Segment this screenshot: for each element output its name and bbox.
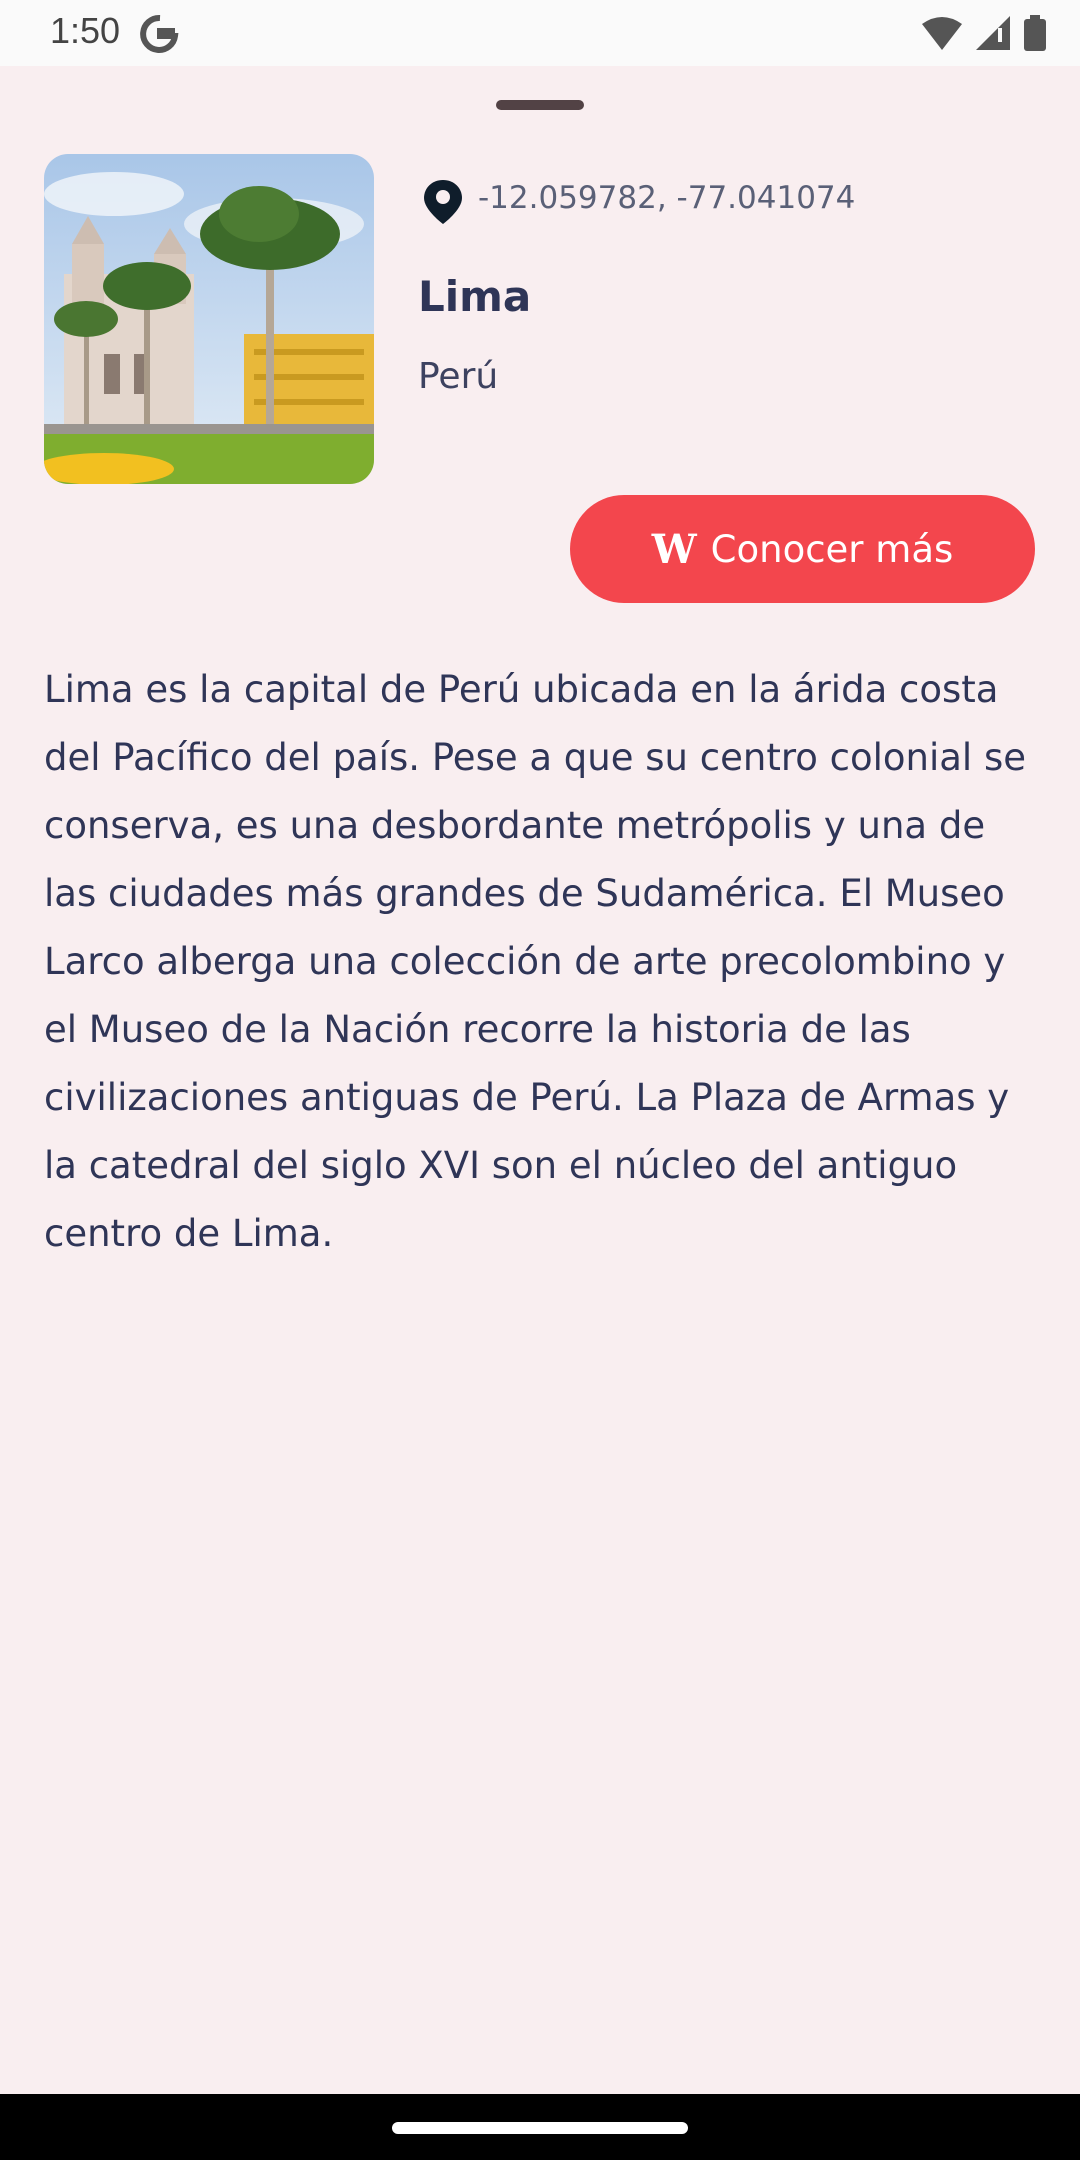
wifi-icon	[922, 17, 962, 50]
status-time: 1:50	[50, 10, 121, 51]
learn-more-label: Conocer más	[710, 527, 954, 571]
place-name: Lima	[418, 272, 532, 321]
location-pin-icon	[424, 180, 462, 224]
google-icon	[140, 14, 179, 53]
bottom-sheet-drag-handle[interactable]	[496, 100, 584, 110]
place-country: Perú	[418, 356, 499, 397]
place-image	[44, 154, 374, 484]
battery-icon	[1024, 15, 1046, 51]
wikipedia-w-icon: W	[651, 525, 697, 573]
signal-icon	[976, 16, 1010, 50]
system-navigation-bar	[0, 2094, 1080, 2160]
place-description: Lima es la capital de Perú ubicada en la…	[44, 668, 1026, 1255]
status-icons	[922, 14, 1046, 52]
home-gesture-handle[interactable]	[392, 2122, 688, 2134]
coordinates-text: -12.059782, -77.041074	[478, 180, 856, 216]
status-bar: 1:50	[0, 0, 1080, 66]
learn-more-button[interactable]: W Conocer más	[570, 495, 1035, 603]
